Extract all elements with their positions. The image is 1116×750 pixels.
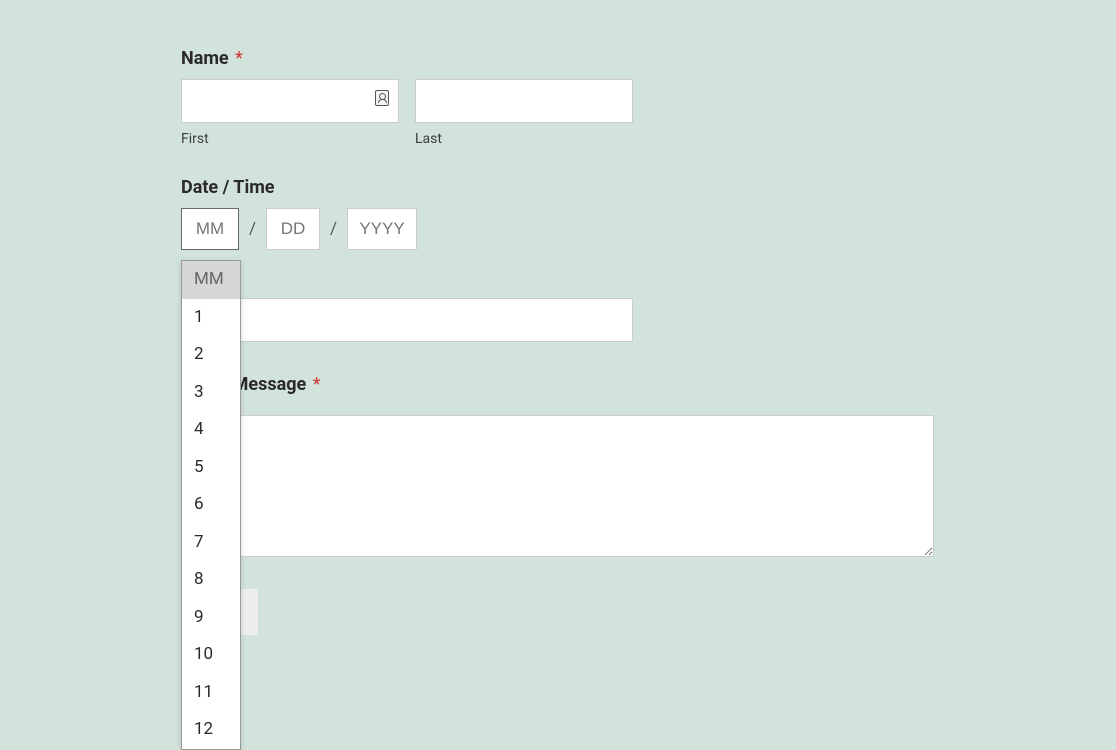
dropdown-option[interactable]: 11 <box>182 674 240 712</box>
last-sublabel: Last <box>415 131 633 147</box>
dropdown-option[interactable]: 12 <box>182 711 240 749</box>
month-dropdown[interactable]: MM 1 2 3 4 5 6 7 8 9 10 11 12 <box>181 260 241 750</box>
contacts-icon[interactable] <box>375 90 389 106</box>
dropdown-option[interactable]: 10 <box>182 636 240 674</box>
dropdown-header[interactable]: MM <box>182 261 240 299</box>
name-label-text: Name <box>181 48 229 69</box>
dropdown-option[interactable]: 6 <box>182 486 240 524</box>
first-name-col: First <box>181 79 399 147</box>
name-label: Name * <box>181 48 1116 69</box>
datetime-section: Date / Time / / <box>181 177 1116 250</box>
required-asterisk: * <box>235 48 243 69</box>
first-sublabel: First <box>181 131 399 147</box>
comment-textarea[interactable] <box>181 415 934 557</box>
dropdown-option[interactable]: 8 <box>182 561 240 599</box>
last-name-col: Last <box>415 79 633 147</box>
year-input[interactable] <box>347 208 417 250</box>
comment-label: ent or Message * <box>181 374 1116 395</box>
dropdown-option[interactable]: 4 <box>182 411 240 449</box>
date-separator-2: / <box>328 219 339 239</box>
dropdown-option[interactable]: 2 <box>182 336 240 374</box>
month-input[interactable] <box>181 208 239 250</box>
last-name-input[interactable] <box>415 79 633 123</box>
required-asterisk-2: * <box>313 374 321 395</box>
name-row: First Last <box>181 79 1116 147</box>
day-input[interactable] <box>266 208 320 250</box>
comment-section: ent or Message * <box>181 374 1116 561</box>
datetime-label: Date / Time <box>181 177 1116 198</box>
date-row: / / <box>181 208 1116 250</box>
dropdown-option[interactable]: 5 <box>182 449 240 487</box>
first-name-input[interactable] <box>181 79 399 123</box>
dropdown-option[interactable]: 9 <box>182 599 240 637</box>
obscured-input[interactable] <box>181 298 633 342</box>
dropdown-option[interactable]: 7 <box>182 524 240 562</box>
date-separator-1: / <box>247 219 258 239</box>
dropdown-option[interactable]: 3 <box>182 374 240 412</box>
dropdown-option[interactable]: 1 <box>182 299 240 337</box>
